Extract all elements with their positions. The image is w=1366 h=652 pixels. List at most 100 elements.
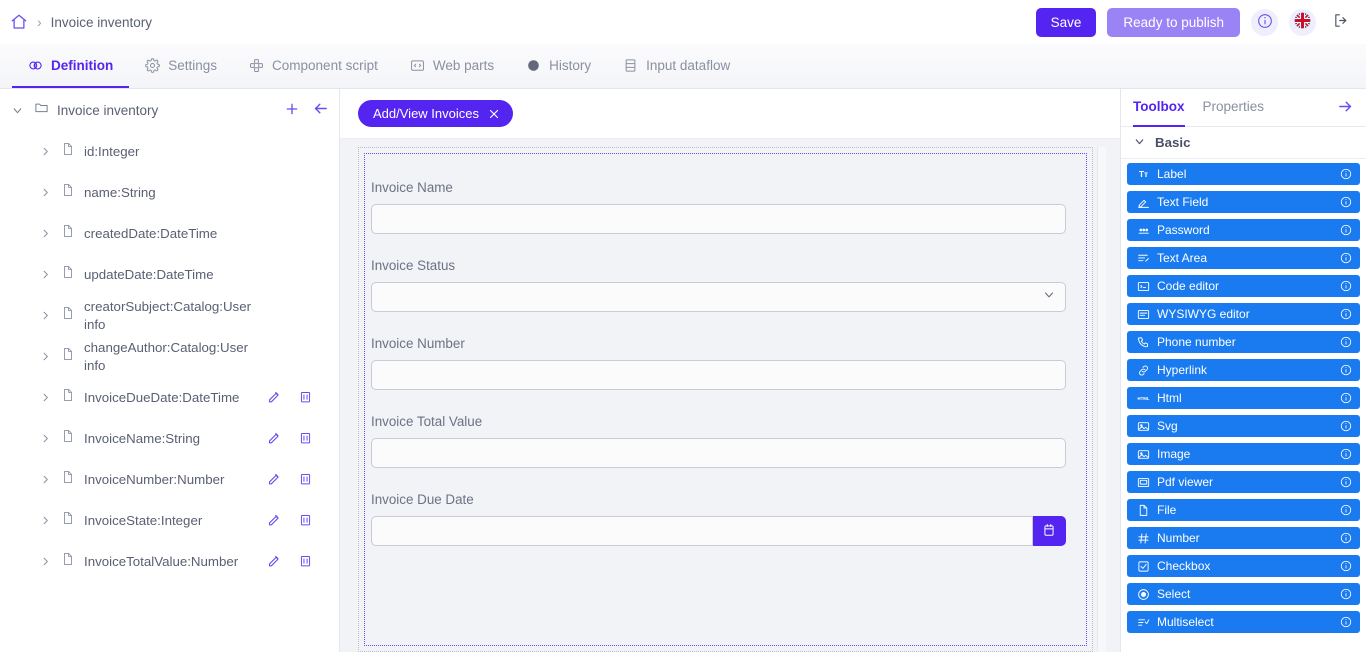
ready-to-publish-button[interactable]: Ready to publish — [1107, 8, 1240, 37]
chevron-right-icon[interactable] — [38, 392, 52, 403]
language-selector-button[interactable] — [1289, 9, 1316, 36]
edit-field-button[interactable] — [267, 430, 282, 448]
toolbox-item-hyperlink[interactable]: Hyperlink — [1127, 359, 1360, 381]
chevron-right-icon[interactable] — [38, 269, 52, 280]
info-icon[interactable] — [1340, 252, 1352, 264]
tab-component-script[interactable]: Component script — [233, 44, 394, 88]
toolbox-item-multiselect[interactable]: Multiselect — [1127, 611, 1360, 633]
tree-row[interactable]: InvoiceTotalValue:Number — [0, 541, 339, 582]
toolbox-item-image[interactable]: Image — [1127, 443, 1360, 465]
add-field-button[interactable] — [284, 101, 300, 120]
toolbox-item-html[interactable]: HTMLHtml — [1127, 387, 1360, 409]
chevron-right-icon[interactable] — [38, 556, 52, 567]
delete-field-button[interactable] — [298, 512, 313, 530]
chevron-right-icon[interactable] — [38, 433, 52, 444]
info-icon[interactable] — [1340, 448, 1352, 460]
toolbox-item-select[interactable]: Select — [1127, 583, 1360, 605]
canvas-tab-add-view-invoices[interactable]: Add/View Invoices — [358, 100, 513, 127]
chevron-right-icon[interactable] — [38, 515, 52, 526]
canvas-vertical-scrollbar[interactable] — [1097, 147, 1106, 652]
toolbox-item-pdf-viewer[interactable]: Pdf viewer — [1127, 471, 1360, 493]
toolbox-item-label[interactable]: TтLabel — [1127, 163, 1360, 185]
toolbox-item-svg[interactable]: Svg — [1127, 415, 1360, 437]
toolbox-item-text-area[interactable]: Text Area — [1127, 247, 1360, 269]
info-icon[interactable] — [1340, 504, 1352, 516]
text-input[interactable] — [371, 204, 1066, 234]
tree-row[interactable]: name:String — [0, 172, 339, 213]
edit-field-button[interactable] — [267, 553, 282, 571]
toolbox-item-phone-number[interactable]: Phone number — [1127, 331, 1360, 353]
info-icon[interactable] — [1340, 168, 1352, 180]
tab-history[interactable]: History — [510, 44, 607, 88]
info-icon[interactable] — [1340, 532, 1352, 544]
toolbox-item-text-field[interactable]: Text Field — [1127, 191, 1360, 213]
collapse-toolbox-button[interactable] — [1337, 98, 1354, 118]
chevron-right-icon[interactable] — [38, 351, 52, 362]
info-icon[interactable] — [1340, 392, 1352, 404]
edit-field-button[interactable] — [267, 512, 282, 530]
tree-row[interactable]: id:Integer — [0, 131, 339, 172]
info-icon[interactable] — [1340, 196, 1352, 208]
tree-row[interactable]: updateDate:DateTime — [0, 254, 339, 295]
collapse-tree-button[interactable] — [312, 100, 329, 120]
delete-field-button[interactable] — [298, 471, 313, 489]
info-icon[interactable] — [1340, 308, 1352, 320]
info-icon[interactable] — [1340, 224, 1352, 236]
tab-settings[interactable]: Settings — [129, 44, 233, 88]
tree-row[interactable]: changeAuthor:Catalog:User info — [0, 336, 339, 377]
toolbox-item-wysiwyg-editor[interactable]: WYSIWYG editor — [1127, 303, 1360, 325]
info-icon[interactable] — [1340, 280, 1352, 292]
home-icon[interactable] — [10, 13, 28, 31]
delete-field-button[interactable] — [298, 430, 313, 448]
form-field-invoice-status[interactable]: Invoice Status — [371, 258, 1066, 312]
chevron-right-icon[interactable] — [38, 474, 52, 485]
canvas-drop-outer[interactable]: Invoice Name Invoice Status Invoice Number… — [358, 147, 1093, 652]
select-input[interactable] — [371, 282, 1066, 312]
close-icon[interactable] — [488, 108, 500, 120]
info-icon[interactable] — [1340, 420, 1352, 432]
info-icon[interactable] — [1340, 588, 1352, 600]
tree-row[interactable]: InvoiceName:String — [0, 418, 339, 459]
save-button[interactable]: Save — [1036, 8, 1097, 37]
date-input[interactable] — [371, 516, 1033, 546]
form-field-invoice-due-date[interactable]: Invoice Due Date — [371, 492, 1066, 546]
breadcrumb-text[interactable]: Invoice inventory — [51, 15, 152, 30]
text-input[interactable] — [371, 360, 1066, 390]
info-icon-button[interactable] — [1251, 9, 1278, 36]
toolbox-item-password[interactable]: Password — [1127, 219, 1360, 241]
edit-field-button[interactable] — [267, 389, 282, 407]
info-icon[interactable] — [1340, 476, 1352, 488]
chevron-right-icon[interactable] — [38, 228, 52, 239]
delete-field-button[interactable] — [298, 553, 313, 571]
edit-field-button[interactable] — [267, 471, 282, 489]
info-icon[interactable] — [1340, 336, 1352, 348]
toolbox-item-code-editor[interactable]: Code editor — [1127, 275, 1360, 297]
text-input[interactable] — [371, 438, 1066, 468]
chevron-right-icon[interactable] — [38, 146, 52, 157]
tab-input-dataflow[interactable]: Input dataflow — [607, 44, 746, 88]
delete-field-button[interactable] — [298, 389, 313, 407]
toolbox-item-file[interactable]: File — [1127, 499, 1360, 521]
form-drop-region[interactable]: Invoice Name Invoice Status Invoice Number… — [364, 153, 1087, 646]
info-icon[interactable] — [1340, 364, 1352, 376]
chevron-right-icon[interactable] — [38, 310, 52, 321]
chevron-right-icon[interactable] — [38, 187, 52, 198]
tree-row[interactable]: createdDate:DateTime — [0, 213, 339, 254]
chevron-down-icon[interactable] — [8, 101, 26, 119]
tree-row[interactable]: creatorSubject:Catalog:User info — [0, 295, 339, 336]
logout-button[interactable] — [1331, 12, 1352, 32]
tree-row[interactable]: InvoiceState:Integer — [0, 500, 339, 541]
open-datepicker-button[interactable] — [1033, 516, 1066, 546]
tab-properties[interactable]: Properties — [1203, 89, 1265, 127]
form-field-invoice-number[interactable]: Invoice Number — [371, 336, 1066, 390]
toolbox-group-basic[interactable]: Basic — [1121, 127, 1366, 159]
tree-row[interactable]: InvoiceDueDate:DateTime — [0, 377, 339, 418]
tree-row[interactable]: InvoiceNumber:Number — [0, 459, 339, 500]
toolbox-item-checkbox[interactable]: Checkbox — [1127, 555, 1360, 577]
tab-toolbox[interactable]: Toolbox — [1133, 89, 1185, 127]
info-icon[interactable] — [1340, 560, 1352, 572]
tab-definition[interactable]: Definition — [12, 44, 129, 88]
form-field-invoice-name[interactable]: Invoice Name — [371, 180, 1066, 234]
info-icon[interactable] — [1340, 616, 1352, 628]
tab-web-parts[interactable]: Web parts — [394, 44, 510, 88]
